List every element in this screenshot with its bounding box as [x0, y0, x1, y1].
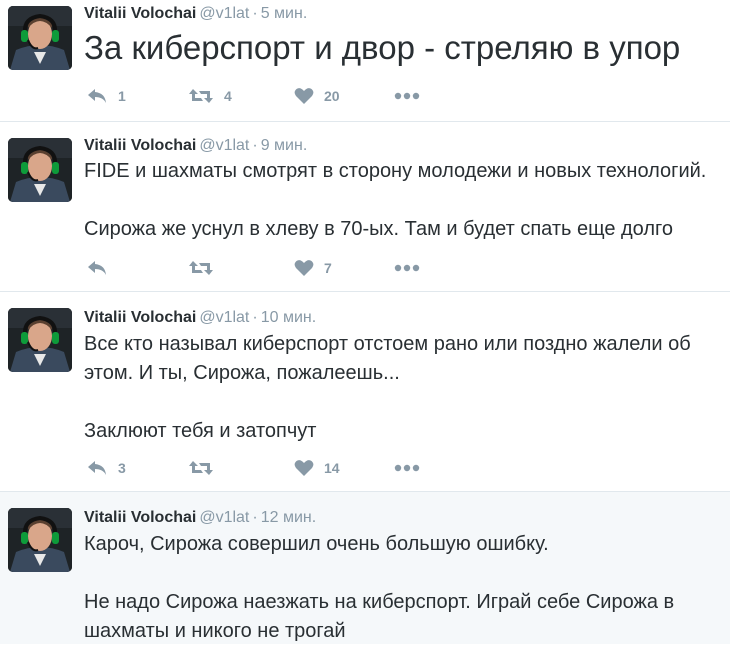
author-handle[interactable]: @v1lat	[199, 509, 249, 526]
author-handle[interactable]: @v1lat	[199, 309, 249, 326]
more-button[interactable]	[394, 84, 430, 108]
like-count: 7	[324, 260, 332, 276]
tweet-text: FIDE и шахматы смотрят в сторону молодеж…	[84, 160, 707, 240]
author-name[interactable]: Vitalii Volochai	[84, 5, 196, 22]
heart-icon	[294, 88, 314, 104]
author-name[interactable]: Vitalii Volochai	[84, 137, 196, 154]
retweet-count: 4	[224, 88, 232, 104]
reply-button[interactable]	[86, 256, 118, 280]
retweet-icon	[189, 89, 213, 103]
like-button[interactable]: 14	[294, 456, 340, 480]
reply-button[interactable]: 1	[86, 84, 126, 108]
reply-count: 1	[118, 88, 126, 104]
separator: ·	[252, 5, 258, 22]
reply-count: 3	[118, 460, 126, 476]
separator: ·	[252, 509, 258, 526]
tweet-actions: 1 4 20	[84, 84, 484, 108]
timestamp[interactable]: 12 мин.	[261, 509, 316, 526]
separator: ·	[252, 309, 258, 326]
like-count: 20	[324, 88, 340, 104]
reply-icon	[88, 89, 106, 103]
timestamp[interactable]: 5 мин.	[261, 5, 308, 22]
avatar[interactable]	[8, 508, 72, 572]
tweet-header: Vitalii Volochai @v1lat · 5 мин.	[84, 4, 307, 24]
more-button[interactable]	[394, 256, 430, 280]
separator: ·	[252, 137, 258, 154]
like-count: 14	[324, 460, 340, 476]
tweet-header: Vitalii Volochai @v1lat · 9 мин.	[84, 136, 307, 156]
reply-icon	[88, 461, 106, 475]
retweet-button[interactable]	[188, 256, 224, 280]
tweet-actions: 3 14	[84, 456, 484, 480]
tweet-actions: 7	[84, 256, 484, 280]
like-button[interactable]: 7	[294, 256, 332, 280]
more-icon	[394, 264, 420, 272]
tweet[interactable]: Vitalii Volochai @v1lat · 9 мин. FIDE и шах…	[0, 122, 730, 292]
tweet-text: Кароч, Сирожа совершил очень большую оши…	[84, 533, 675, 642]
retweet-button[interactable]	[188, 456, 224, 480]
reply-icon	[88, 261, 106, 275]
author-name[interactable]: Vitalii Volochai	[84, 309, 196, 326]
tweet-header: Vitalii Volochai @v1lat · 10 мин.	[84, 308, 316, 328]
reply-button[interactable]: 3	[86, 456, 126, 480]
more-button[interactable]	[394, 456, 430, 480]
more-icon	[394, 464, 420, 472]
tweet-header: Vitalii Volochai @v1lat · 12 мин.	[84, 508, 316, 528]
tweet-text: Все кто называл киберспорт отстоем рано …	[84, 333, 691, 442]
like-button[interactable]: 20	[294, 84, 340, 108]
timestamp[interactable]: 9 мин.	[261, 137, 308, 154]
retweet-icon	[189, 261, 213, 275]
tweet[interactable]: Vitalii Volochai @v1lat · 12 мин. Кароч, Си…	[0, 492, 730, 644]
tweet[interactable]: Vitalii Volochai @v1lat · 10 мин. Все кто н…	[0, 292, 730, 492]
heart-icon	[294, 260, 314, 276]
heart-icon	[294, 460, 314, 476]
timestamp[interactable]: 10 мин.	[261, 309, 316, 326]
avatar[interactable]	[8, 6, 72, 70]
more-icon	[394, 92, 420, 100]
retweet-button[interactable]: 4	[188, 84, 232, 108]
author-name[interactable]: Vitalii Volochai	[84, 509, 196, 526]
retweet-icon	[189, 461, 213, 475]
avatar[interactable]	[8, 138, 72, 202]
author-handle[interactable]: @v1lat	[199, 5, 249, 22]
tweet-text: За киберспорт и двор - стреляю в упор	[84, 29, 681, 66]
avatar[interactable]	[8, 308, 72, 372]
tweet[interactable]: Vitalii Volochai @v1lat · 5 мин. За киберсп…	[0, 0, 730, 122]
author-handle[interactable]: @v1lat	[199, 137, 249, 154]
